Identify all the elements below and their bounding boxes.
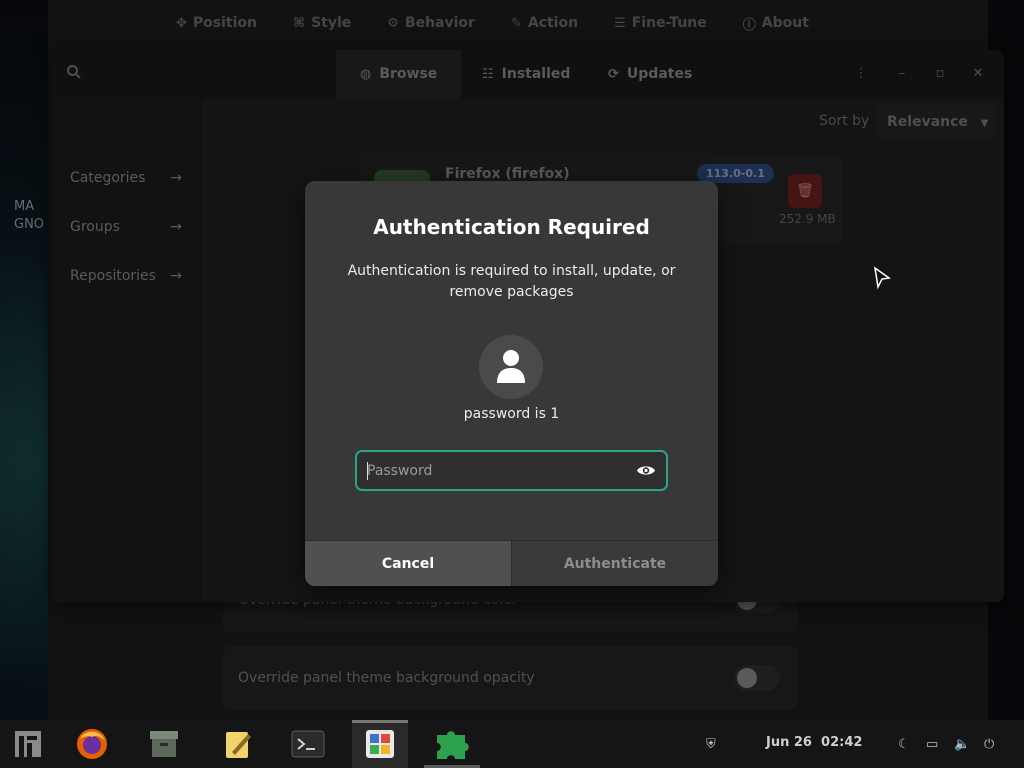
power-icon[interactable]: ⏻ xyxy=(984,720,994,768)
authentication-dialog: Authentication Required Authentication i… xyxy=(305,181,718,586)
mouse-pointer-icon xyxy=(873,266,891,290)
text-editor-icon xyxy=(226,732,251,758)
avatar xyxy=(479,335,543,399)
taskbar-terminal[interactable] xyxy=(280,720,336,768)
taskbar-extensions[interactable] xyxy=(424,720,480,768)
cancel-button[interactable]: Cancel xyxy=(305,541,511,586)
password-field[interactable] xyxy=(355,450,668,491)
app-menu-icon xyxy=(15,731,41,757)
archive-icon xyxy=(150,731,178,757)
authenticate-button[interactable]: Authenticate xyxy=(511,541,718,586)
password-input[interactable] xyxy=(367,452,627,489)
terminal-icon xyxy=(291,730,325,758)
shield-icon[interactable]: ⛨ xyxy=(706,720,716,768)
extensions-icon xyxy=(437,731,469,759)
dialog-message: Authentication is required to install, u… xyxy=(347,263,676,300)
taskbar-text-editor[interactable] xyxy=(210,720,266,768)
user-icon xyxy=(497,350,525,383)
volume-icon[interactable]: 🔈 xyxy=(954,720,970,768)
software-icon xyxy=(366,730,394,758)
network-icon[interactable]: ▭ xyxy=(926,720,938,768)
eye-icon[interactable] xyxy=(636,462,656,479)
dialog-button-row: Cancel Authenticate xyxy=(305,540,718,586)
taskbar-firefox[interactable] xyxy=(64,720,120,768)
app-menu-button[interactable] xyxy=(0,720,56,768)
user-label: password is 1 xyxy=(463,406,560,422)
clock[interactable]: Jun 26 02:42 xyxy=(766,735,862,750)
taskbar-software[interactable] xyxy=(352,720,408,768)
dialog-title: Authentication Required xyxy=(373,215,650,239)
taskbar-archive[interactable] xyxy=(136,720,192,768)
firefox-icon xyxy=(77,729,107,759)
taskbar: ⛨ Jun 26 02:42 ☾ ▭ 🔈 ⏻ xyxy=(0,720,1024,768)
night-mode-icon[interactable]: ☾ xyxy=(898,720,910,768)
text-cursor xyxy=(367,462,368,480)
